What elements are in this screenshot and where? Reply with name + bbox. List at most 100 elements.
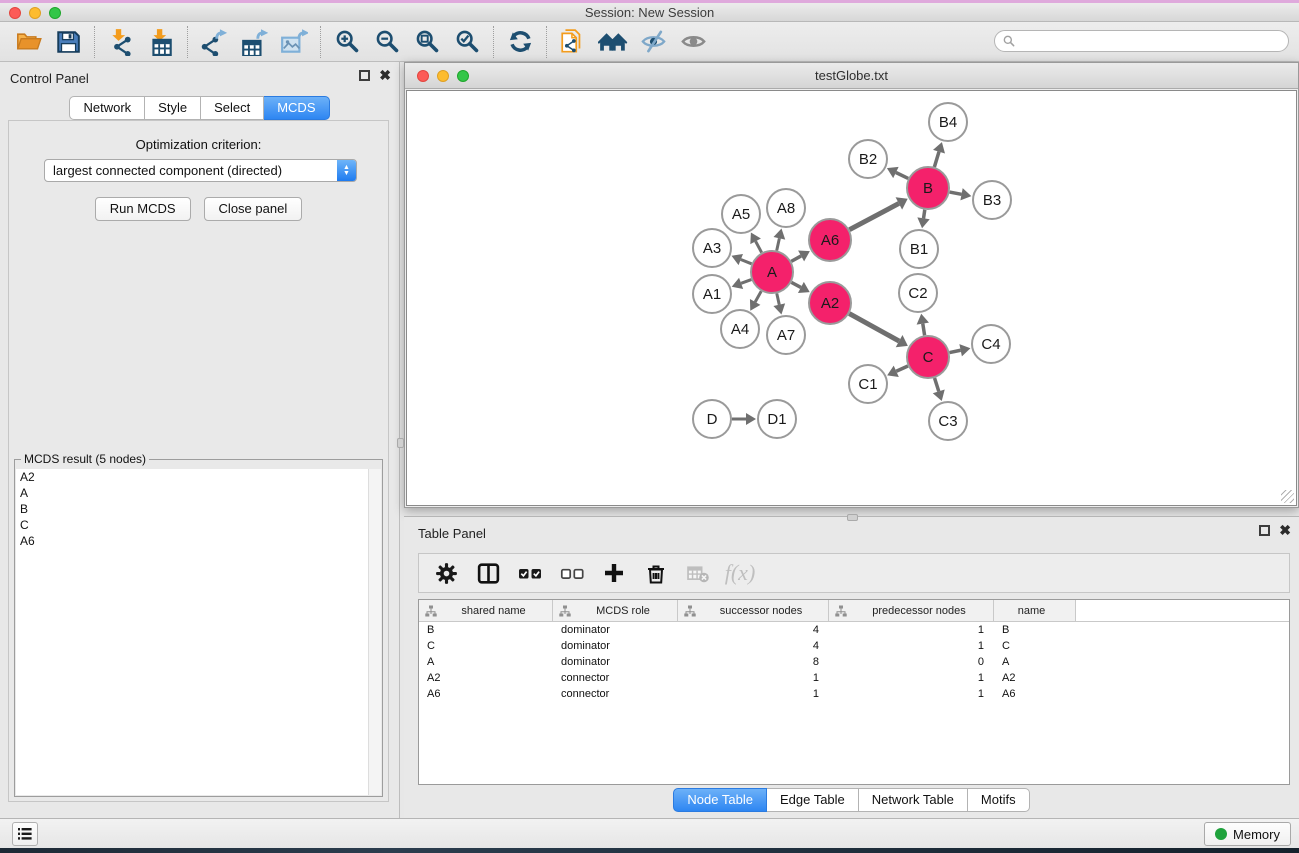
table-cell[interactable]: 1 bbox=[829, 672, 994, 684]
table-row[interactable]: A2connector11A2 bbox=[419, 670, 1289, 686]
edge-A6-B[interactable] bbox=[849, 203, 898, 229]
edge-B-B1[interactable] bbox=[924, 210, 925, 219]
table-cell[interactable]: A2 bbox=[419, 672, 553, 684]
home-button[interactable] bbox=[593, 25, 633, 59]
mcds-result-item[interactable]: A bbox=[16, 485, 381, 501]
table-row[interactable]: Adominator80A bbox=[419, 654, 1289, 670]
table-cell[interactable]: A bbox=[419, 656, 553, 668]
table-cell[interactable]: 1 bbox=[678, 672, 829, 684]
memory-button[interactable]: Memory bbox=[1204, 822, 1291, 846]
table-cell[interactable]: 1 bbox=[829, 624, 994, 636]
tab-motifs[interactable]: Motifs bbox=[968, 788, 1030, 812]
export-image-button[interactable] bbox=[274, 25, 314, 59]
tab-mcds[interactable]: MCDS bbox=[264, 96, 329, 120]
open-file-button[interactable] bbox=[8, 25, 48, 59]
column-header-shared-name[interactable]: shared name bbox=[419, 600, 553, 621]
table-row[interactable]: A6connector11A6 bbox=[419, 686, 1289, 702]
tab-style[interactable]: Style bbox=[145, 96, 201, 120]
select-all-rows-button[interactable] bbox=[511, 557, 549, 589]
search-input[interactable] bbox=[1016, 34, 1288, 48]
show-hide-button[interactable] bbox=[673, 25, 713, 59]
mcds-result-item[interactable]: A6 bbox=[16, 533, 381, 549]
edge-B-B3[interactable] bbox=[950, 192, 962, 194]
refresh-layout-button[interactable] bbox=[500, 25, 540, 59]
table-cell[interactable]: A6 bbox=[994, 688, 1076, 700]
network-graph[interactable]: B4B2BB3A5A8A6A3B1AA1C2A2A4A7C4CC1DD1C3 bbox=[407, 91, 1298, 507]
save-session-button[interactable] bbox=[48, 25, 88, 59]
splitter-handle[interactable] bbox=[397, 438, 404, 448]
tab-network-table[interactable]: Network Table bbox=[859, 788, 968, 812]
edge-A-A6[interactable] bbox=[791, 256, 801, 261]
edge-B-B2[interactable] bbox=[896, 172, 908, 178]
export-table-button[interactable] bbox=[234, 25, 274, 59]
table-cell[interactable]: 1 bbox=[829, 640, 994, 652]
edge-C-C4[interactable] bbox=[950, 350, 961, 352]
add-column-button[interactable] bbox=[595, 557, 633, 589]
toggle-style-button[interactable] bbox=[633, 25, 673, 59]
table-cell[interactable]: 0 bbox=[829, 656, 994, 668]
mcds-result-item[interactable]: A2 bbox=[16, 469, 381, 485]
table-cell[interactable]: 4 bbox=[678, 640, 829, 652]
edge-A-A8[interactable] bbox=[777, 238, 780, 250]
node-table[interactable]: shared nameMCDS rolesuccessor nodesprede… bbox=[418, 599, 1290, 785]
table-cell[interactable]: C bbox=[419, 640, 553, 652]
criterion-dropdown[interactable]: largest connected component (directed) ▲… bbox=[44, 159, 357, 182]
table-row[interactable]: Bdominator41B bbox=[419, 622, 1289, 638]
export-network-button[interactable] bbox=[194, 25, 234, 59]
column-header-MCDS-role[interactable]: MCDS role bbox=[553, 600, 678, 621]
close-panel-button[interactable]: Close panel bbox=[204, 197, 303, 221]
edge-C-C3[interactable] bbox=[935, 378, 939, 391]
zoom-fit-button[interactable] bbox=[407, 25, 447, 59]
tab-node-table[interactable]: Node Table bbox=[673, 788, 767, 812]
table-cell[interactable]: A6 bbox=[419, 688, 553, 700]
table-cell[interactable]: A2 bbox=[994, 672, 1076, 684]
zoom-out-button[interactable] bbox=[367, 25, 407, 59]
delete-column-button[interactable] bbox=[637, 557, 675, 589]
column-header-predecessor-nodes[interactable]: predecessor nodes bbox=[829, 600, 994, 621]
search-field[interactable] bbox=[994, 30, 1289, 52]
run-mcds-button[interactable]: Run MCDS bbox=[95, 197, 191, 221]
tab-network[interactable]: Network bbox=[69, 96, 145, 120]
table-cell[interactable]: 1 bbox=[829, 688, 994, 700]
table-cell[interactable]: dominator bbox=[553, 656, 678, 668]
table-cell[interactable]: C bbox=[994, 640, 1076, 652]
edge-C-C1[interactable] bbox=[896, 366, 908, 371]
table-cell[interactable]: A bbox=[994, 656, 1076, 668]
edge-C-C2[interactable] bbox=[923, 324, 925, 336]
task-history-button[interactable] bbox=[12, 822, 38, 846]
deselect-all-rows-button[interactable] bbox=[553, 557, 591, 589]
table-cell[interactable]: connector bbox=[553, 672, 678, 684]
scrollbar[interactable] bbox=[368, 469, 381, 795]
tab-edge-table[interactable]: Edge Table bbox=[767, 788, 859, 812]
network-canvas[interactable]: B4B2BB3A5A8A6A3B1AA1C2A2A4A7C4CC1DD1C3 bbox=[406, 90, 1297, 506]
table-row[interactable]: Cdominator41C bbox=[419, 638, 1289, 654]
close-panel-icon[interactable]: ✖ bbox=[1279, 525, 1291, 536]
import-network-button[interactable] bbox=[101, 25, 141, 59]
edge-A-A4[interactable] bbox=[755, 291, 761, 302]
import-table-button[interactable] bbox=[141, 25, 181, 59]
zoom-in-button[interactable] bbox=[327, 25, 367, 59]
tab-select[interactable]: Select bbox=[201, 96, 264, 120]
float-panel-icon[interactable] bbox=[359, 70, 370, 81]
mcds-result-item[interactable]: C bbox=[16, 517, 381, 533]
mcds-result-list[interactable]: A2ABCA6 bbox=[16, 469, 381, 795]
column-view-button[interactable] bbox=[469, 557, 507, 589]
float-panel-icon[interactable] bbox=[1259, 525, 1270, 536]
edge-A-A2[interactable] bbox=[791, 282, 800, 287]
network-window-titlebar[interactable]: testGlobe.txt bbox=[405, 63, 1298, 89]
edge-A2-C[interactable] bbox=[849, 314, 899, 341]
edge-A-A7[interactable] bbox=[777, 293, 780, 304]
edge-A-A1[interactable] bbox=[741, 280, 751, 284]
table-settings-button[interactable] bbox=[427, 557, 465, 589]
table-cell[interactable]: dominator bbox=[553, 624, 678, 636]
edge-A-A5[interactable] bbox=[756, 241, 762, 252]
table-cell[interactable]: 4 bbox=[678, 624, 829, 636]
resize-grip-icon[interactable] bbox=[1281, 490, 1294, 503]
table-cell[interactable]: dominator bbox=[553, 640, 678, 652]
table-cell[interactable]: 8 bbox=[678, 656, 829, 668]
table-cell[interactable]: B bbox=[994, 624, 1076, 636]
zoom-selected-button[interactable] bbox=[447, 25, 487, 59]
column-header-successor-nodes[interactable]: successor nodes bbox=[678, 600, 829, 621]
table-cell[interactable]: B bbox=[419, 624, 553, 636]
table-cell[interactable]: connector bbox=[553, 688, 678, 700]
